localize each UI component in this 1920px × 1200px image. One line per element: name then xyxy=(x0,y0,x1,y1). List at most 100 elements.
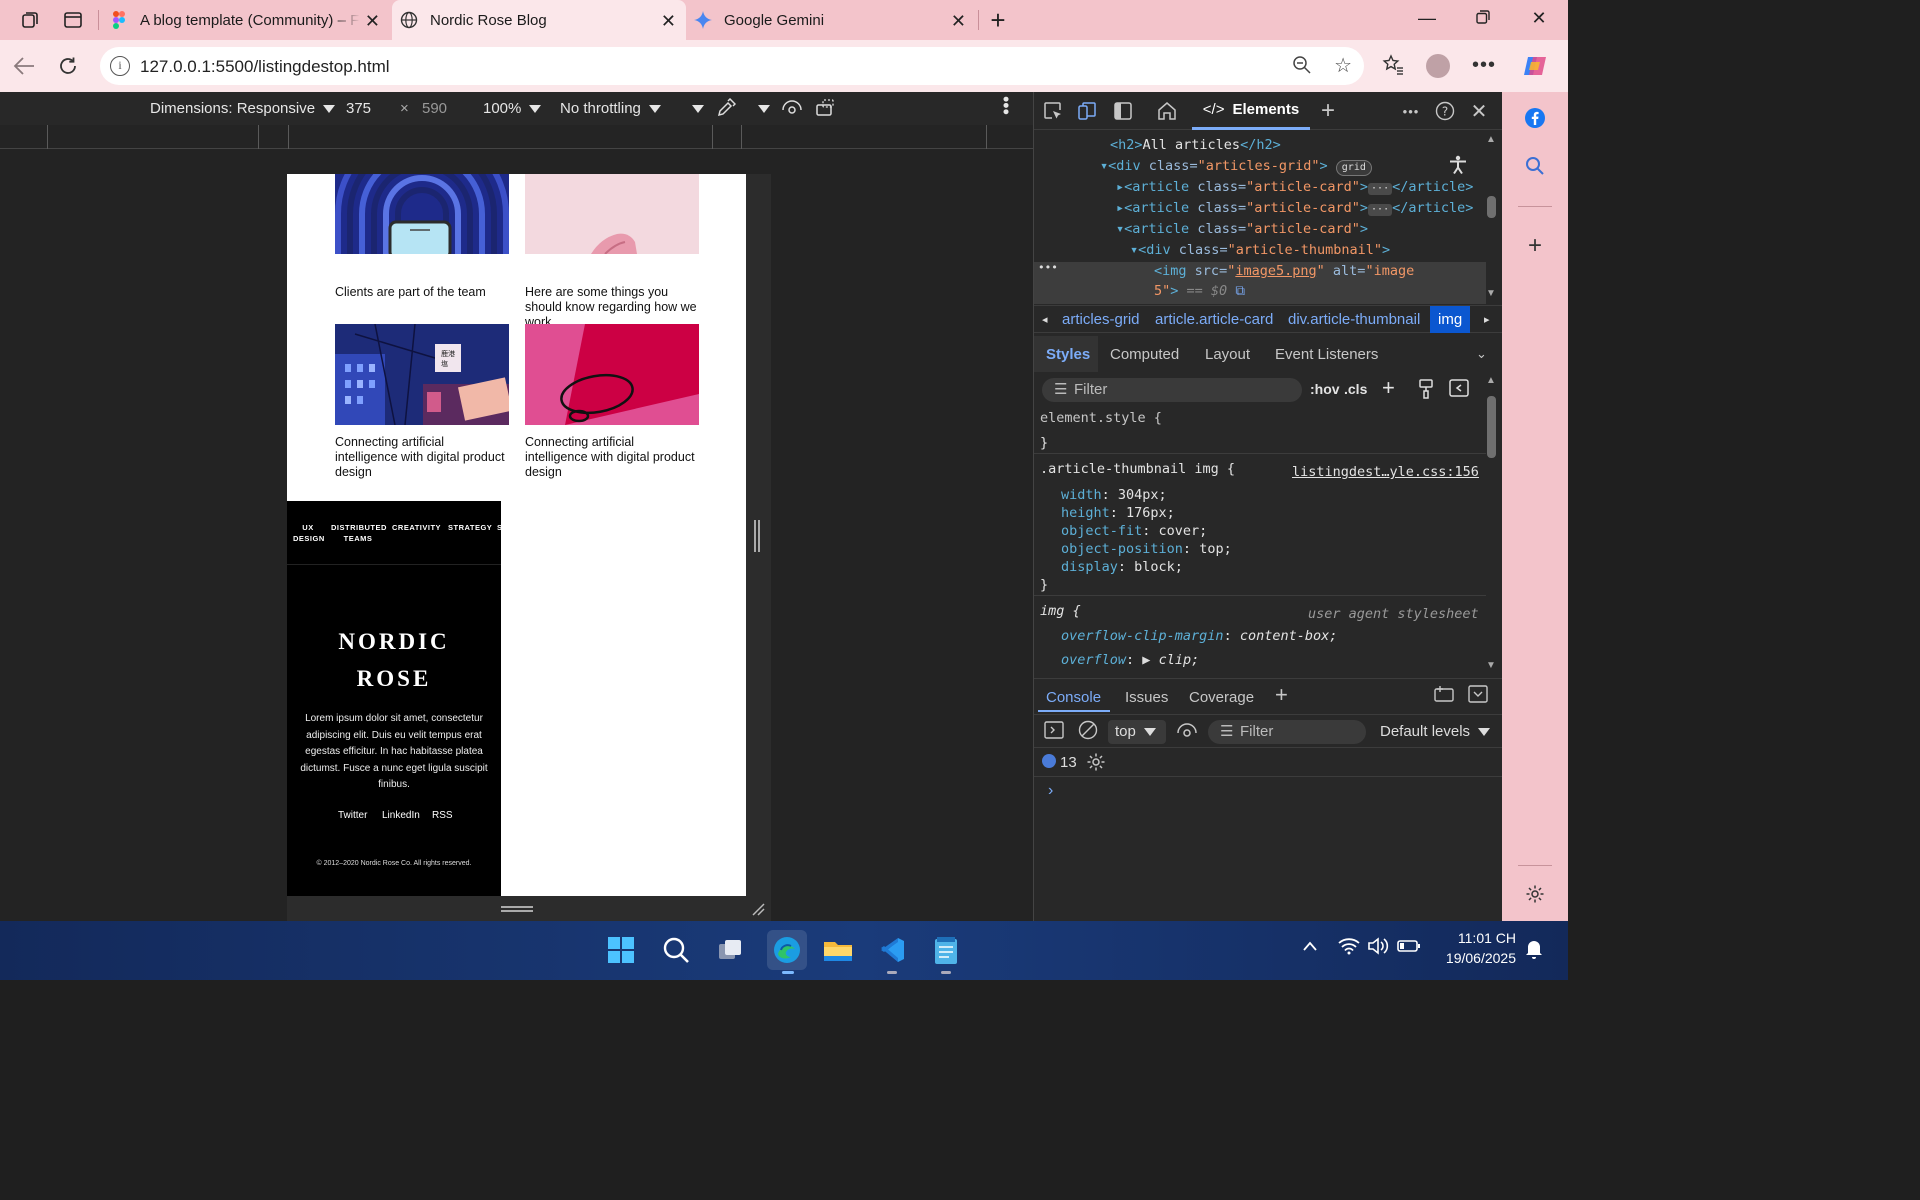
scroll-up-icon[interactable]: ▲ xyxy=(1486,134,1496,145)
new-style-rule-icon[interactable]: + xyxy=(1382,375,1395,401)
format-painter-icon[interactable] xyxy=(1418,379,1434,402)
device-toolbar-menu-icon[interactable]: ••• xyxy=(996,96,1016,115)
thumb-rule-source-link[interactable]: listingdest…yle.css:156 xyxy=(1292,464,1479,480)
scroll-down-icon[interactable]: ▼ xyxy=(1486,660,1496,671)
start-windows-icon[interactable] xyxy=(604,933,638,967)
dom-node-menu-icon[interactable]: ••• xyxy=(1038,261,1058,274)
ua-rule-selector[interactable]: img { xyxy=(1040,603,1081,619)
more-menu-icon[interactable]: ••• xyxy=(1472,54,1496,77)
dom-node-articles-grid[interactable]: ▾<div class="articles-grid"> grid xyxy=(1100,158,1372,176)
clear-console-icon[interactable] xyxy=(1078,720,1098,745)
facebook-icon[interactable] xyxy=(1523,106,1547,130)
console-message-summary[interactable]: 13 xyxy=(1034,747,1503,777)
inspect-element-icon[interactable] xyxy=(1042,100,1064,122)
css-declaration[interactable]: overflow: ▶ clip; xyxy=(1061,652,1199,668)
rotate-icon[interactable] xyxy=(815,98,837,122)
article-thumbnail[interactable]: 鹿港 塩 xyxy=(335,324,509,425)
article-card[interactable]: Clients are part of the team xyxy=(335,174,509,300)
console-sidebar-icon[interactable] xyxy=(1044,721,1064,744)
tab-nordic-rose[interactable]: Nordic Rose Blog ✕ xyxy=(392,0,686,40)
breadcrumb-scroll-left-icon[interactable]: ◂ xyxy=(1042,313,1048,326)
device-toolbar-toggle-icon[interactable] xyxy=(1076,100,1098,122)
help-icon[interactable]: ? xyxy=(1434,100,1456,122)
chevron-down-icon[interactable]: ⌄ xyxy=(1476,346,1487,362)
taskbar-search-icon[interactable] xyxy=(659,933,693,967)
css-declaration[interactable]: object-fit: cover; xyxy=(1061,523,1207,539)
throttling-select[interactable]: No throttling xyxy=(560,100,661,117)
tab-elements[interactable]: </> Elements xyxy=(1192,92,1310,130)
site-info-icon[interactable]: i xyxy=(110,56,130,76)
log-levels-select[interactable]: Default levels xyxy=(1380,723,1491,740)
zoom-select[interactable]: 100% xyxy=(483,100,542,117)
workspaces-icon[interactable] xyxy=(18,8,42,32)
article-card[interactable]: 鹿港 塩 Connecting artificial intelligence … xyxy=(335,324,509,480)
footer-nav-more[interactable]: S xyxy=(497,522,503,533)
expand-arrow-icon[interactable]: ▶ xyxy=(1142,652,1150,668)
breadcrumb-item[interactable]: div.article-thumbnail xyxy=(1288,311,1420,328)
back-icon[interactable] xyxy=(12,54,36,78)
dom-node-img[interactable]: <img src="image5.png" alt="image xyxy=(1154,263,1414,279)
viewport-resize-handle-right[interactable] xyxy=(746,174,771,896)
dom-node-img-cont[interactable]: 5"> == $0 ⧉ xyxy=(1154,283,1245,299)
restore-icon[interactable] xyxy=(1468,8,1498,29)
favorites-icon[interactable] xyxy=(1382,54,1404,82)
dom-node-article[interactable]: ▸<article class="article-card"> ··· </arti… xyxy=(1116,179,1473,195)
cls-toggle[interactable]: .cls xyxy=(1344,381,1367,397)
height-input[interactable]: 590 xyxy=(422,100,447,117)
article-title[interactable]: Clients are part of the team xyxy=(335,285,509,300)
article-title[interactable]: Connecting artificial intelligence with … xyxy=(335,435,509,480)
notification-bell-icon[interactable] xyxy=(1524,938,1544,964)
accessibility-icon[interactable] xyxy=(1447,154,1475,176)
scroll-up-icon[interactable]: ▲ xyxy=(1486,375,1496,386)
console-settings-gear-icon[interactable] xyxy=(1086,752,1106,776)
dom-node-article[interactable]: ▸<article class="article-card"> ··· </arti… xyxy=(1116,200,1473,216)
close-devtools-icon[interactable]: ✕ xyxy=(1468,100,1490,123)
thumb-rule-selector[interactable]: .article-thumbnail img { xyxy=(1040,461,1235,477)
clock-date[interactable]: 19/06/2025 xyxy=(1430,950,1516,966)
eyedropper-icon[interactable] xyxy=(716,97,737,122)
breadcrumb-item-active[interactable]: img xyxy=(1430,306,1471,333)
battery-icon[interactable] xyxy=(1397,938,1421,958)
css-declaration[interactable]: height: 176px; xyxy=(1061,505,1175,521)
footer-nav-distributed-teams[interactable]: DISTRIBUTED TEAMS xyxy=(331,522,386,544)
close-drawer-icon[interactable] xyxy=(1468,685,1488,707)
tab-computed[interactable]: Computed xyxy=(1110,346,1179,363)
wifi-icon[interactable] xyxy=(1338,937,1360,959)
css-declaration[interactable]: width: 304px; xyxy=(1061,487,1167,503)
tab-styles-label[interactable]: Styles xyxy=(1046,346,1090,363)
styles-scrollbar[interactable] xyxy=(1487,396,1496,458)
profile-avatar[interactable] xyxy=(1426,54,1450,78)
vision-icon[interactable] xyxy=(781,98,803,122)
add-sidebar-app-icon[interactable]: + xyxy=(1523,232,1547,259)
refresh-icon[interactable] xyxy=(56,54,80,78)
sidebar-settings-gear-icon[interactable] xyxy=(1523,882,1547,906)
rendered-page[interactable]: Clients are part of the team Here are so… xyxy=(287,174,746,896)
footer-nav-ux-design[interactable]: UX DESIGN xyxy=(293,522,324,544)
article-card[interactable]: Connecting artificial intelligence with … xyxy=(525,324,699,480)
welcome-home-icon[interactable] xyxy=(1156,100,1178,122)
dom-node-h2[interactable]: <h2>All articles</h2> xyxy=(1110,137,1281,153)
dock-side-icon[interactable] xyxy=(1112,100,1134,122)
resize-corner-icon[interactable] xyxy=(751,902,765,919)
task-view-icon[interactable] xyxy=(713,933,747,967)
close-tab-icon[interactable]: ✕ xyxy=(365,11,380,32)
article-thumbnail[interactable] xyxy=(335,174,509,275)
tab-coverage[interactable]: Coverage xyxy=(1189,689,1254,706)
notepad-icon[interactable] xyxy=(929,933,963,974)
close-tab-icon[interactable]: ✕ xyxy=(951,11,966,32)
edge-taskbar-icon[interactable] xyxy=(767,930,807,974)
tab-event-listeners[interactable]: Event Listeners xyxy=(1275,346,1378,363)
console-filter-input[interactable]: ☰ Filter xyxy=(1208,720,1366,744)
tab-console[interactable]: Console xyxy=(1046,689,1101,706)
footer-nav-strategy[interactable]: STRATEGY xyxy=(448,522,492,533)
tab-gemini[interactable]: Google Gemini ✕ xyxy=(688,0,976,40)
breadcrumb-item[interactable]: article.article-card xyxy=(1155,311,1273,328)
vscode-icon[interactable] xyxy=(875,933,909,974)
scroll-down-icon[interactable]: ▼ xyxy=(1486,288,1496,299)
copilot-explain-icon[interactable]: ⧉ xyxy=(1235,283,1245,299)
console-prompt[interactable]: › xyxy=(1048,782,1053,800)
article-title[interactable]: Connecting artificial intelligence with … xyxy=(525,435,699,480)
article-thumbnail[interactable] xyxy=(525,174,699,275)
copilot-icon[interactable] xyxy=(1522,54,1548,84)
live-expression-eye-icon[interactable] xyxy=(1176,721,1198,746)
